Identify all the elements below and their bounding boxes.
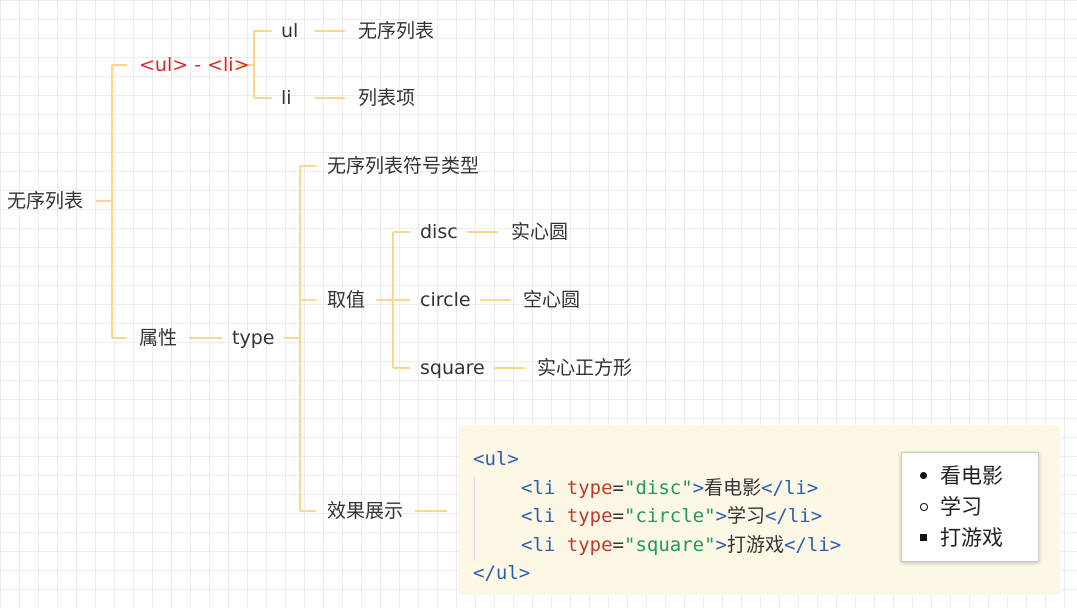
preview-item-text: 学习 bbox=[940, 495, 982, 519]
code-li-open: <li bbox=[521, 476, 556, 499]
node-values[interactable]: 取值 bbox=[327, 288, 365, 312]
code-li-open: <li bbox=[521, 505, 556, 527]
code-text: 看电影 bbox=[704, 476, 762, 499]
code-attr: type bbox=[566, 476, 613, 499]
code-line-item: <li type="circle">学习</li> bbox=[473, 502, 841, 531]
code-value: "circle" bbox=[624, 505, 716, 527]
code-eq: = bbox=[612, 476, 624, 499]
code-gt: > bbox=[715, 533, 727, 556]
code-li-close: </li> bbox=[764, 505, 823, 527]
circle-bullet-icon bbox=[920, 503, 928, 511]
code-li-open: <li bbox=[521, 533, 556, 556]
preview-item: 看电影 bbox=[920, 462, 1003, 490]
code-eq: = bbox=[612, 533, 624, 556]
node-type[interactable]: type bbox=[232, 326, 274, 350]
code-line-close: </ul> bbox=[473, 559, 841, 588]
code-eq: = bbox=[612, 505, 624, 527]
code-text: 学习 bbox=[726, 505, 765, 527]
node-li-desc[interactable]: 列表项 bbox=[358, 86, 415, 110]
preview-item-text: 看电影 bbox=[940, 464, 1003, 488]
preview-item-text: 打游戏 bbox=[940, 526, 1003, 550]
connector-values bbox=[376, 231, 410, 369]
code-block: <ul> <li type="disc">看电影</li> <li type="… bbox=[473, 445, 841, 588]
code-gt: > bbox=[715, 505, 727, 527]
node-root[interactable]: 无序列表 bbox=[7, 189, 83, 213]
node-symbol-types[interactable]: 无序列表符号类型 bbox=[327, 154, 479, 178]
node-circle-desc[interactable]: 空心圆 bbox=[523, 288, 580, 312]
node-circle[interactable]: circle bbox=[420, 288, 471, 312]
code-li-close: </li> bbox=[761, 476, 819, 499]
code-gt: > bbox=[692, 476, 705, 499]
code-value: "disc" bbox=[624, 476, 693, 499]
code-value: "square" bbox=[624, 533, 716, 556]
code-attr: type bbox=[566, 505, 613, 527]
square-bullet-icon bbox=[920, 534, 927, 541]
code-attr: type bbox=[566, 533, 613, 556]
code-line-item: <li type="square">打游戏</li> bbox=[473, 531, 841, 560]
preview-item: 学习 bbox=[920, 493, 982, 521]
code-text: 打游戏 bbox=[726, 533, 784, 556]
node-disc-desc[interactable]: 实心圆 bbox=[511, 220, 568, 244]
code-close-ul: </ul> bbox=[473, 562, 531, 584]
connector-type bbox=[284, 165, 316, 512]
code-li-close: </li> bbox=[783, 533, 842, 556]
code-panel[interactable]: <ul> <li type="disc">看电影</li> <li type="… bbox=[459, 425, 1060, 595]
code-open-ul: <ul> bbox=[473, 448, 519, 470]
disc-bullet-icon bbox=[920, 472, 927, 479]
node-square-desc[interactable]: 实心正方形 bbox=[537, 356, 632, 380]
render-preview: 看电影 学习 打游戏 bbox=[901, 452, 1039, 562]
code-line-item: <li type="disc">看电影</li> bbox=[473, 474, 841, 503]
code-line-open: <ul> bbox=[473, 445, 841, 474]
node-li[interactable]: li bbox=[281, 86, 292, 110]
node-ul[interactable]: ul bbox=[281, 19, 298, 43]
node-disc[interactable]: disc bbox=[420, 220, 458, 244]
node-demo[interactable]: 效果展示 bbox=[327, 499, 403, 523]
node-attributes[interactable]: 属性 bbox=[139, 326, 177, 350]
node-ul-desc[interactable]: 无序列表 bbox=[358, 19, 434, 43]
node-ul-li-tags[interactable]: <ul> - <li> bbox=[139, 53, 250, 77]
node-square[interactable]: square bbox=[420, 356, 485, 380]
connector-root bbox=[96, 64, 127, 339]
preview-item: 打游戏 bbox=[920, 524, 1003, 552]
